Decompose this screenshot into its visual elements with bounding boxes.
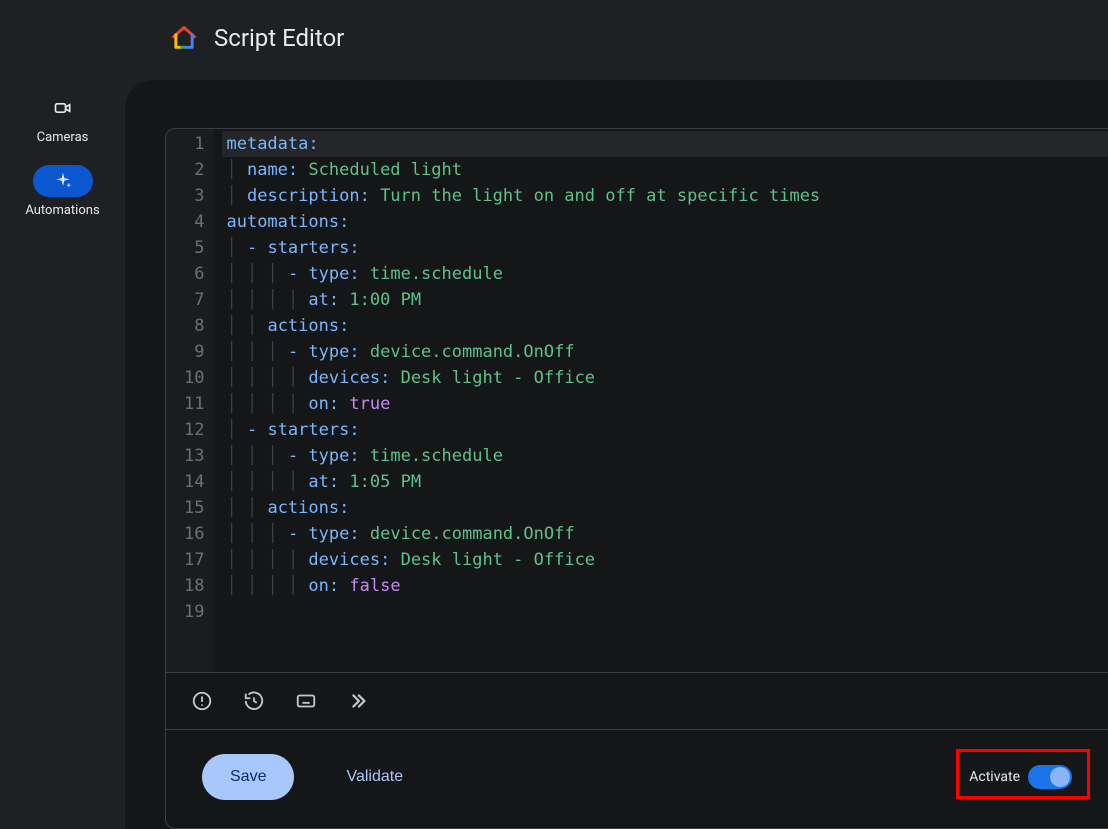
line-gutter: 12345678910111213141516171819	[166, 129, 214, 672]
line-number: 12	[184, 417, 204, 443]
line-number: 18	[184, 573, 204, 599]
error-icon[interactable]	[190, 689, 214, 713]
google-home-logo-icon	[170, 24, 198, 52]
code-line[interactable]: │ │ │ │ at: 1:00 PM	[222, 287, 1108, 313]
code-line[interactable]: │ name: Scheduled light	[222, 157, 1108, 183]
code-line[interactable]: │ │ │ │ on: false	[222, 573, 1108, 599]
line-number: 11	[184, 391, 204, 417]
code-line[interactable]: metadata:	[222, 131, 1108, 157]
line-number: 14	[184, 469, 204, 495]
code-line[interactable]: │ │ │ - type: device.command.OnOff	[222, 521, 1108, 547]
camera-icon	[53, 98, 73, 118]
line-number: 19	[184, 599, 204, 625]
line-number: 2	[184, 157, 204, 183]
line-number: 16	[184, 521, 204, 547]
line-number: 8	[184, 313, 204, 339]
editor-panel: 12345678910111213141516171819 metadata:│…	[125, 80, 1108, 829]
activate-label: Activate	[969, 769, 1020, 785]
code-line[interactable]: │ - starters:	[222, 417, 1108, 443]
sidebar: Cameras Automations	[0, 76, 125, 829]
editor-footer: Save Validate Activate	[166, 729, 1108, 828]
more-icon[interactable]	[346, 689, 370, 713]
code-line[interactable]: │ │ │ - type: device.command.OnOff	[222, 339, 1108, 365]
code-line[interactable]: │ │ │ │ at: 1:05 PM	[222, 469, 1108, 495]
code-line[interactable]: │ - starters:	[222, 235, 1108, 261]
line-number: 4	[184, 209, 204, 235]
line-number: 5	[184, 235, 204, 261]
sidebar-item-cameras[interactable]: Cameras	[0, 86, 125, 151]
code-line[interactable]: │ │ actions:	[222, 495, 1108, 521]
sidebar-item-label: Cameras	[37, 130, 89, 145]
history-icon[interactable]	[242, 689, 266, 713]
line-number: 17	[184, 547, 204, 573]
line-number: 15	[184, 495, 204, 521]
line-number: 10	[184, 365, 204, 391]
line-number: 7	[184, 287, 204, 313]
line-number: 9	[184, 339, 204, 365]
code-line[interactable]: │ │ │ │ on: true	[222, 391, 1108, 417]
code-line[interactable]: │ │ │ │ devices: Desk light - Office	[222, 365, 1108, 391]
sidebar-item-label: Automations	[25, 203, 99, 218]
line-number: 13	[184, 443, 204, 469]
save-button[interactable]: Save	[202, 754, 294, 800]
line-number: 1	[184, 131, 204, 157]
code-line[interactable]: │ │ │ │ devices: Desk light - Office	[222, 547, 1108, 573]
page-title: Script Editor	[214, 24, 344, 52]
editor-toolbar	[166, 672, 1108, 729]
sidebar-item-automations[interactable]: Automations	[0, 159, 125, 224]
keyboard-icon[interactable]	[294, 689, 318, 713]
code-line[interactable]: │ │ │ - type: time.schedule	[222, 261, 1108, 287]
line-number: 3	[184, 183, 204, 209]
validate-button[interactable]: Validate	[318, 754, 431, 800]
sparkle-icon	[53, 171, 73, 191]
code-line[interactable]: automations:	[222, 209, 1108, 235]
code-line[interactable]: │ description: Turn the light on and off…	[222, 183, 1108, 209]
code-line[interactable]: │ │ │ - type: time.schedule	[222, 443, 1108, 469]
code-editor[interactable]: 12345678910111213141516171819 metadata:│…	[166, 129, 1108, 672]
activate-toggle[interactable]	[1028, 765, 1072, 789]
code-line[interactable]: │ │ actions:	[222, 313, 1108, 339]
line-number: 6	[184, 261, 204, 287]
